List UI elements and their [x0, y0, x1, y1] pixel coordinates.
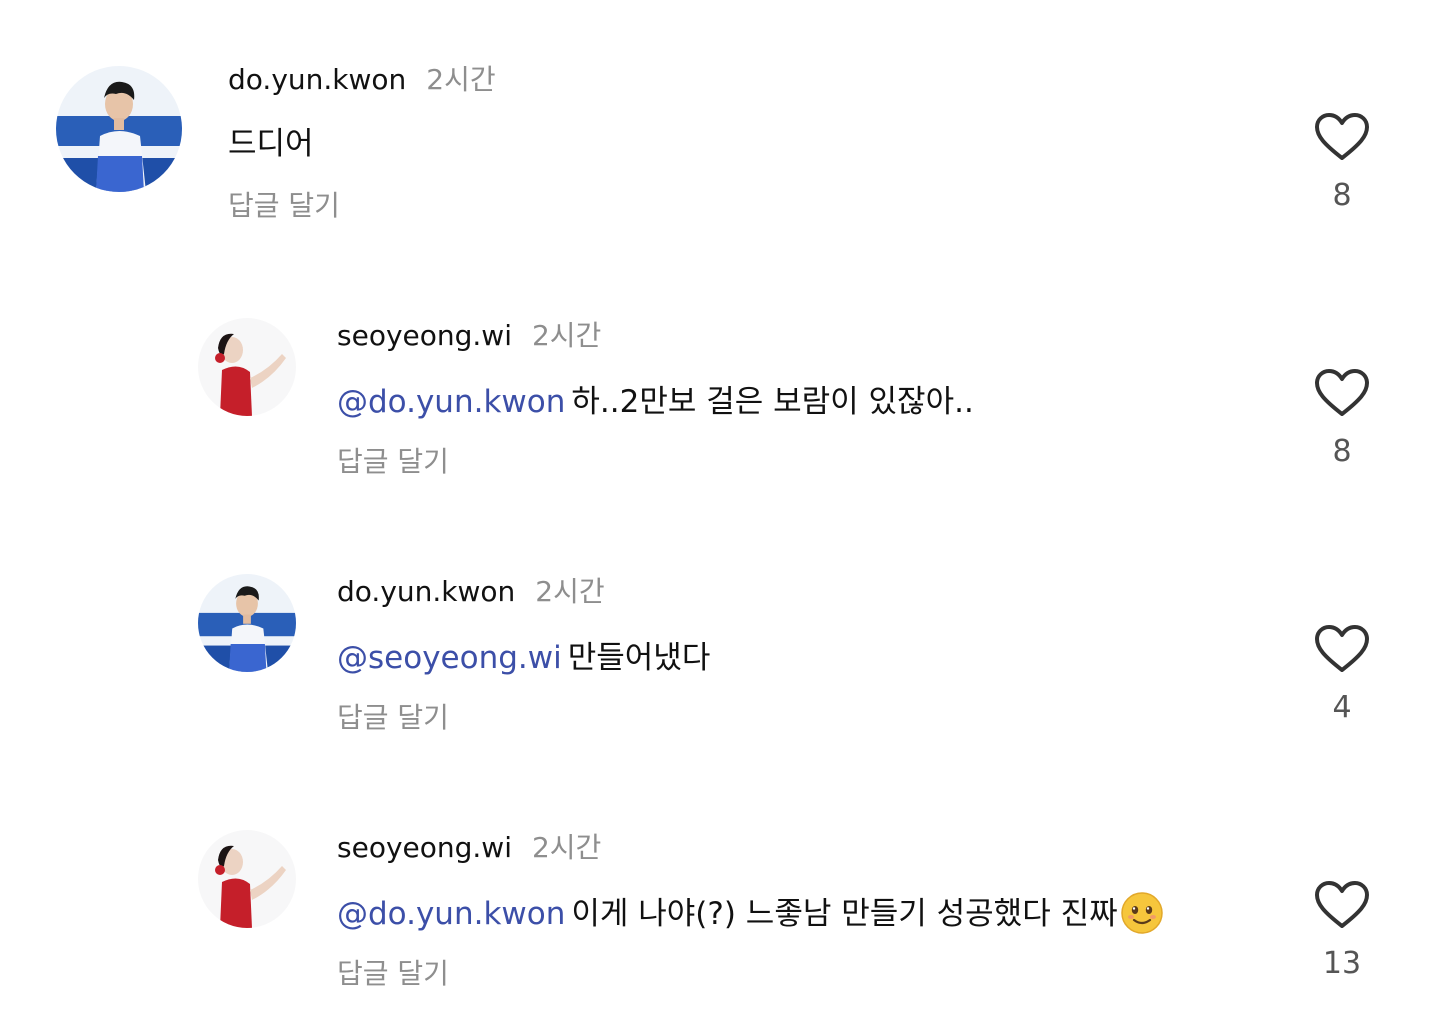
comment-username[interactable]: seoyeong.wi 2시간: [337, 826, 601, 866]
mention-link[interactable]: @seoyeong.wi: [337, 640, 562, 676]
like-control: 4: [1304, 624, 1380, 725]
reply-button[interactable]: 답글 달기: [228, 184, 340, 224]
comment-username[interactable]: seoyeong.wi 2시간: [337, 314, 601, 354]
like-count: 13: [1322, 946, 1362, 981]
like-count: 8: [1332, 178, 1352, 213]
like-count: 4: [1332, 690, 1352, 725]
comment-text: @seoyeong.wi 만들어냈다: [337, 632, 710, 677]
comment-body: 이게 나야(?) 느좋남 만들기 성공했다 진짜: [571, 896, 1118, 932]
comment-time: 2시간: [535, 575, 605, 608]
reply-button[interactable]: 답글 달기: [337, 440, 449, 480]
mention-link[interactable]: @do.yun.kwon: [337, 896, 565, 932]
reply-button[interactable]: 답글 달기: [337, 952, 449, 992]
username-text[interactable]: seoyeong.wi: [337, 831, 512, 864]
heart-outline-icon[interactable]: [1314, 368, 1370, 418]
avatar[interactable]: [198, 574, 296, 672]
like-control: 8: [1304, 368, 1380, 469]
comment-thread: do.yun.kwon 2시간 드디어 답글 달기 8 seoyeong.wi …: [0, 0, 1440, 1024]
username-text[interactable]: do.yun.kwon: [337, 575, 515, 608]
male-athlete-avatar-image: [198, 574, 296, 672]
smiling-face-with-tear-emoji: [1120, 891, 1163, 934]
comment-username[interactable]: do.yun.kwon 2시간: [337, 570, 605, 610]
female-dancer-avatar-image: [198, 830, 296, 928]
like-control: 13: [1304, 880, 1380, 981]
reply-item: seoyeong.wi 2시간 @do.yun.kwon 이게 나야(?) 느좋남 …: [0, 0, 1440, 990]
reply-button[interactable]: 답글 달기: [337, 696, 449, 736]
heart-outline-icon[interactable]: [1314, 880, 1370, 930]
heart-outline-icon[interactable]: [1314, 624, 1370, 674]
comment-body: 하..2만보 걸은 보람이 있잖아..: [571, 384, 974, 420]
comment-time: 2시간: [531, 831, 602, 864]
comment-text: @do.yun.kwon 하..2만보 걸은 보람이 있잖아..: [337, 376, 974, 421]
avatar[interactable]: [198, 830, 296, 928]
username-text[interactable]: seoyeong.wi: [337, 319, 512, 352]
comment-time: 2시간: [531, 319, 602, 352]
comment-text: @do.yun.kwon 이게 나야(?) 느좋남 만들기 성공했다 진짜: [337, 888, 1164, 935]
avatar[interactable]: [198, 318, 296, 416]
like-count: 8: [1332, 434, 1352, 469]
mention-link[interactable]: @do.yun.kwon: [337, 384, 565, 420]
female-dancer-avatar-image: [198, 318, 296, 416]
comment-body: 만들어냈다: [567, 640, 711, 676]
